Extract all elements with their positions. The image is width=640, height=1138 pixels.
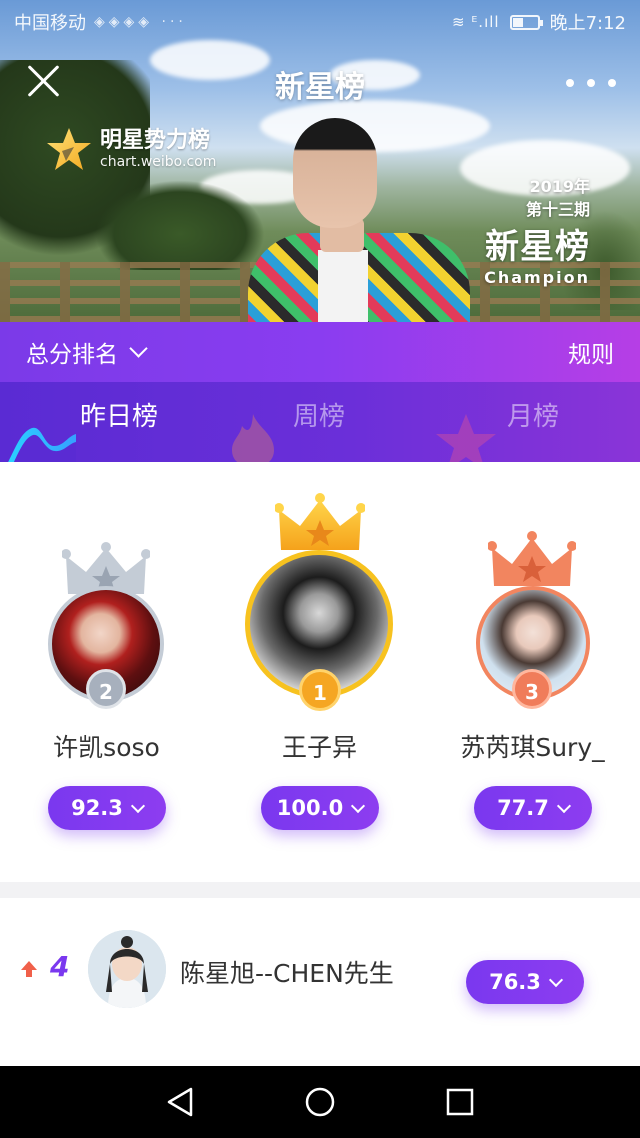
home-circle-icon[interactable] (300, 1082, 340, 1122)
banner-subtitle: Champion (484, 268, 590, 287)
score-value: 92.3 (71, 796, 123, 820)
signal-icon: ≋ ᴱ.ıll (452, 13, 500, 31)
banner-person-image (248, 118, 470, 322)
flame-decoration-icon (232, 414, 274, 462)
podium: 2 许凯soso 92.3 1 王子异 100.0 3 苏芮琪Sury_ 77.… (0, 462, 640, 882)
podium-name: 苏芮琪Sury_ (460, 733, 605, 762)
chevron-down-icon (130, 798, 145, 813)
banner-title: 新星榜 (485, 227, 590, 267)
hero-banner: 中国移动 ◈◈◈◈ ··· ≋ ᴱ.ıll 晚上7:12 新星榜 明星势力榜 c… (0, 0, 640, 322)
bronze-crown-icon (488, 531, 576, 586)
arrow-up-icon (21, 961, 37, 977)
score-button[interactable]: 100.0 (261, 786, 379, 830)
list-item-name: 陈星旭--CHEN先生 (180, 959, 394, 988)
tab-month[interactable]: 月榜 (507, 396, 559, 433)
cloud-shape (150, 40, 270, 80)
chevron-down-icon (129, 339, 148, 358)
chevron-down-icon (351, 798, 366, 813)
trees-shape (95, 180, 265, 270)
rank-badge: 2 (86, 669, 126, 709)
score-button[interactable]: 77.7 (474, 786, 592, 830)
star-decoration-icon (436, 414, 496, 462)
system-nav-bar (0, 1066, 640, 1138)
chevron-down-icon (556, 798, 571, 813)
banner-year: 2019年 (529, 177, 590, 196)
score-value: 76.3 (489, 970, 541, 994)
close-icon[interactable] (22, 60, 64, 102)
score-button[interactable]: 76.3 (466, 960, 584, 1004)
period-tabs: 昨日榜 周榜 月榜 (0, 382, 640, 462)
carrier-label: 中国移动 (14, 13, 86, 34)
brand-name: 明星势力榜 (100, 128, 211, 153)
score-button[interactable]: 92.3 (48, 786, 166, 830)
clock: 晚上7:12 (549, 13, 626, 34)
tab-week[interactable]: 周榜 (293, 396, 345, 433)
recent-square-icon[interactable] (440, 1082, 480, 1122)
tab-yesterday[interactable]: 昨日榜 (80, 396, 158, 433)
brand-url: chart.weibo.com (100, 154, 217, 170)
wave-decoration-icon (8, 427, 76, 462)
score-value: 100.0 (276, 796, 344, 820)
rank-badge: 3 (512, 669, 552, 709)
list-item[interactable]: 4 陈星旭--CHEN先生 76.3 (0, 898, 640, 1066)
gold-crown-icon (275, 493, 365, 550)
more-icon[interactable] (566, 74, 616, 92)
battery-icon (509, 14, 543, 30)
rank-bar: 总分排名 规则 (0, 322, 640, 382)
podium-name: 许凯soso (53, 733, 160, 762)
status-bar: 中国移动 ◈◈◈◈ ··· ≋ ᴱ.ıll 晚上7:12 (0, 0, 640, 44)
star-logo-icon (47, 128, 91, 170)
page-title: 新星榜 (275, 70, 365, 105)
chevron-down-icon (548, 972, 563, 987)
rules-link[interactable]: 规则 (568, 335, 614, 369)
rank-badge: 1 (299, 669, 341, 711)
banner-caption: 2019年 第十三期 新星榜 Champion (484, 176, 590, 288)
rank-type-label: 总分排名 (26, 342, 118, 368)
avatar (88, 930, 166, 1008)
banner-period: 第十三期 (525, 200, 590, 219)
rank-number: 4 (50, 950, 70, 983)
brand-logo: 明星势力榜 chart.weibo.com (44, 125, 216, 175)
back-triangle-icon[interactable] (160, 1082, 200, 1122)
section-divider (0, 882, 640, 898)
podium-name: 王子异 (281, 733, 357, 762)
notification-icons: ◈◈◈◈ ··· (94, 14, 187, 30)
rank-type-dropdown[interactable]: 总分排名 (26, 335, 148, 369)
score-value: 77.7 (497, 796, 549, 820)
